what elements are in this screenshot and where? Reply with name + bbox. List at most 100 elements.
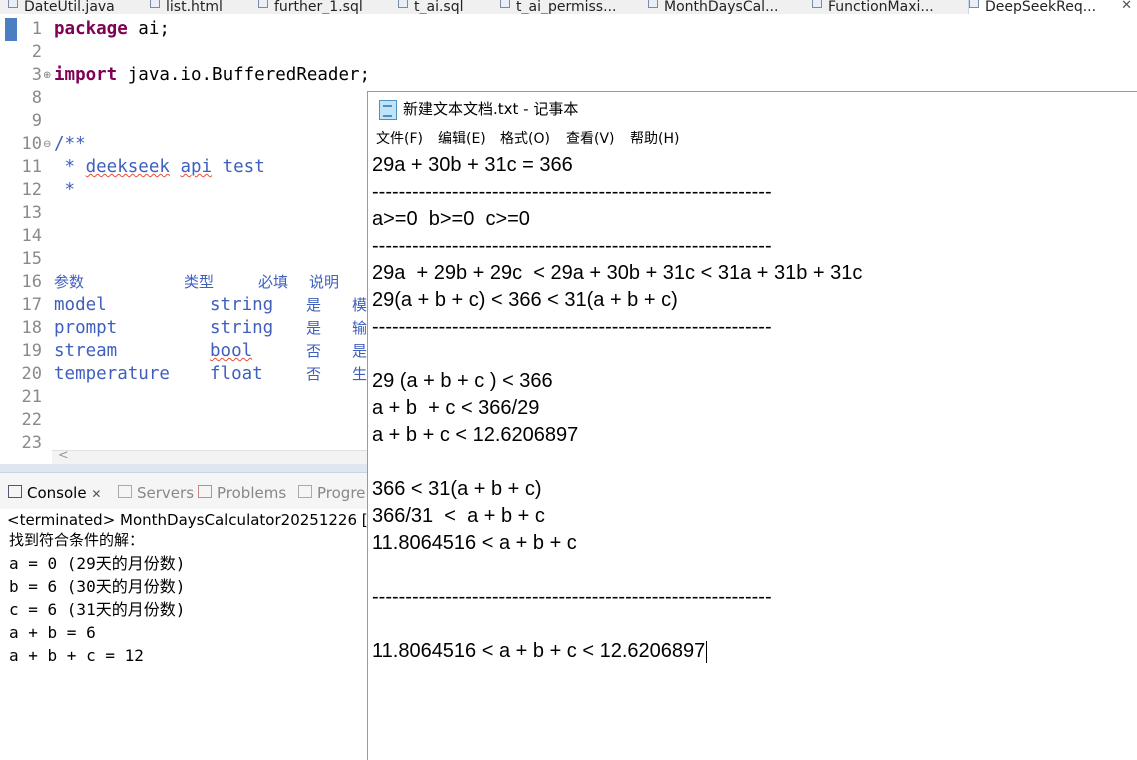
editor-tab[interactable]: list.html <box>150 0 250 14</box>
text-line: 29a + 30b + 31c = 366 <box>372 154 573 176</box>
line-number: 19 <box>21 341 42 361</box>
editor-tab[interactable]: further_1.sql <box>258 0 388 14</box>
editor-tab[interactable]: t_ai.sql <box>398 0 493 14</box>
line-number: 18 <box>21 318 42 338</box>
menu-bar: 文件(F) 编辑(E) 格式(O) 查看(V) 帮助(H) <box>368 128 1137 152</box>
servers-icon <box>118 485 132 498</box>
java-file-icon <box>648 0 658 8</box>
panel-divider[interactable] <box>0 464 370 472</box>
tab-progress[interactable]: Progre <box>298 483 365 503</box>
param-name: model <box>54 295 107 315</box>
line-number: 21 <box>21 387 42 407</box>
table-header-cell: 类型 <box>184 273 215 291</box>
line-number: 10 <box>21 134 42 154</box>
text-line: a + b + c < 366/29 <box>372 397 540 419</box>
param-name: stream <box>54 341 118 361</box>
notepad-icon <box>379 100 397 120</box>
final-result-text: 11.8064516 < a + b + c < 12.6206897 <box>372 640 706 662</box>
param-required: 是 <box>306 296 322 314</box>
collapse-fold-icon[interactable]: ⊖ <box>43 139 51 150</box>
code-text: java.io.BufferedReader; <box>117 65 371 85</box>
tab-label: Progre <box>317 484 366 502</box>
console-tab-bar: Console ✕ Servers Problems Progre <box>0 472 370 510</box>
editor-tab-strip: DateUtil.java list.html further_1.sql t_… <box>0 0 1137 15</box>
tab-label: t_ai.sql <box>414 0 464 14</box>
java-file-icon <box>969 0 979 8</box>
code-text: ai; <box>127 19 170 39</box>
tab-label: t_ai_permiss... <box>516 0 617 14</box>
param-desc: 输 <box>352 319 368 337</box>
close-icon[interactable]: ✕ <box>91 487 101 501</box>
line-number: 1 <box>31 19 42 39</box>
code-line: import java.io.BufferedReader; <box>54 64 370 87</box>
text-line: 11.8064516 < a + b + c < 12.6206897 <box>372 638 708 665</box>
console-icon <box>8 485 22 498</box>
close-icon[interactable]: ✕ <box>1121 0 1132 13</box>
table-header-cell: 说明 <box>309 273 340 291</box>
param-type: bool <box>210 341 253 361</box>
separator-line: ----------------------------------------… <box>372 316 772 338</box>
line-number: 3 <box>31 65 42 85</box>
console-line: c = 6 (31天的月份数) <box>9 600 186 619</box>
window-title: 新建文本文档.txt - 记事本 <box>403 100 579 118</box>
table-header-cell: 参数 <box>54 273 85 291</box>
separator-line: ----------------------------------------… <box>372 586 772 608</box>
line-number: 8 <box>31 88 42 108</box>
param-desc: 模 <box>352 296 368 314</box>
menu-file[interactable]: 文件(F) <box>376 130 423 148</box>
comment-line: * <box>54 180 76 200</box>
line-number: 13 <box>21 203 42 223</box>
expand-fold-icon[interactable]: ⊕ <box>43 70 51 81</box>
tab-servers[interactable]: Servers <box>118 483 194 503</box>
text-line: 366/31 < a + b + c <box>372 505 545 527</box>
editor-tab[interactable]: t_ai_permiss... <box>500 0 635 14</box>
scroll-left-icon[interactable]: < <box>58 448 69 463</box>
editor-tab[interactable]: FunctionMaxi... <box>812 0 962 14</box>
sql-file-icon <box>500 0 510 8</box>
menu-view[interactable]: 查看(V) <box>566 130 615 148</box>
notepad-titlebar[interactable]: 新建文本文档.txt - 记事本 <box>368 92 1137 126</box>
tab-label: MonthDaysCal... <box>664 0 779 14</box>
line-number: 20 <box>21 364 42 384</box>
text-line: a + b + c < 12.6206897 <box>372 424 579 446</box>
editor-tab[interactable]: MonthDaysCal... <box>648 0 798 14</box>
param-desc: 是 <box>352 342 368 360</box>
text-area[interactable]: 29a + 30b + 31c = 366 ------------------… <box>368 152 1137 760</box>
param-name: temperature <box>54 364 170 384</box>
console-line: b = 6 (30天的月份数) <box>9 577 186 596</box>
text-line: 29(a + b + c) < 366 < 31(a + b + c) <box>372 289 678 311</box>
java-file-icon <box>812 0 822 8</box>
table-header-cell: 必填 <box>258 273 289 291</box>
tab-console[interactable]: Console ✕ <box>8 483 101 504</box>
line-number: 16 <box>21 272 42 292</box>
editor-tab-active[interactable]: DeepSeekReq... ✕ <box>968 0 1137 14</box>
menu-format[interactable]: 格式(O) <box>500 130 550 148</box>
editor-tab[interactable]: DateUtil.java <box>8 0 143 14</box>
line-number: 12 <box>21 180 42 200</box>
console-line: a + b = 6 <box>9 623 96 642</box>
menu-edit[interactable]: 编辑(E) <box>438 130 486 148</box>
tab-problems[interactable]: Problems <box>198 483 286 503</box>
console-line: a = 0 (29天的月份数) <box>9 554 186 573</box>
horizontal-scrollbar[interactable]: < <box>52 448 372 465</box>
line-number: 2 <box>31 42 42 62</box>
param-type: string <box>210 295 274 315</box>
tab-label: Console <box>27 484 87 502</box>
text-line: 29 (a + b + c ) < 366 <box>372 370 553 392</box>
text-line: a>=0 b>=0 c>=0 <box>372 208 530 230</box>
separator-line: ----------------------------------------… <box>372 181 772 203</box>
comment-text: test <box>222 157 265 177</box>
line-number: 17 <box>21 295 42 315</box>
text-cursor <box>706 640 708 663</box>
java-file-icon <box>8 0 18 8</box>
line-number-gutter: 1 2 3 8 9 10 11 12 13 14 15 16 17 18 19 … <box>0 14 51 453</box>
console-output[interactable]: <terminated> MonthDaysCalculator20251226… <box>0 509 390 760</box>
param-required: 是 <box>306 319 322 337</box>
console-status: <terminated> MonthDaysCalculator20251226… <box>7 511 391 529</box>
sql-file-icon <box>398 0 408 8</box>
console-line: a + b + c = 12 <box>9 646 144 665</box>
menu-help[interactable]: 帮助(H) <box>630 130 679 148</box>
comment-line: * deekseek api test <box>54 156 265 179</box>
text-line: 29a + 29b + 29c < 29a + 30b + 31c < 31a … <box>372 262 863 284</box>
sql-file-icon <box>258 0 268 8</box>
